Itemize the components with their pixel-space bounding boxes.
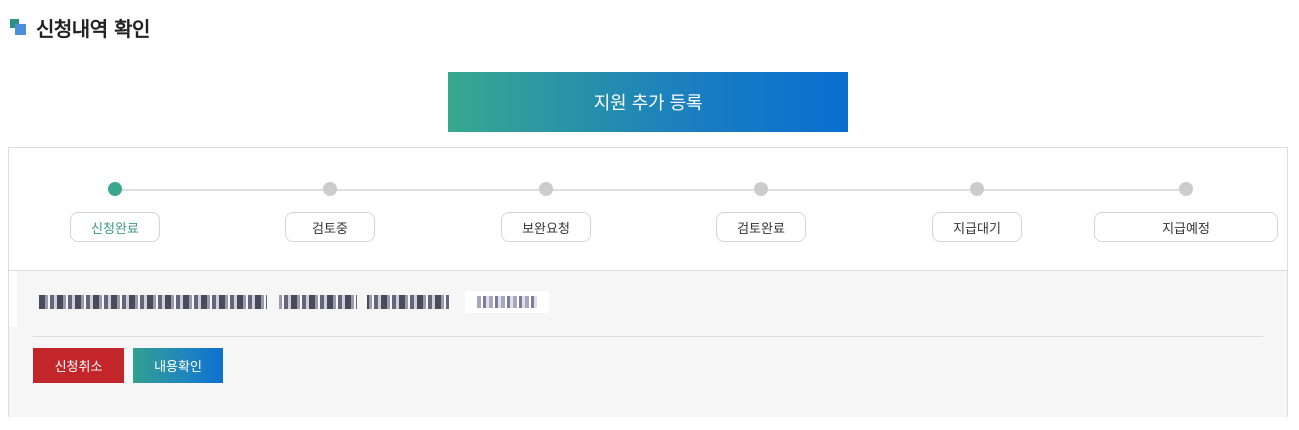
application-status-panel: 신청완료 검토중 보완요청 검토완료 지급대기 지급예정 신청취소 내용확인 — [8, 147, 1288, 417]
square-bullet-icon — [10, 19, 26, 35]
step-label-supplement-request: 보완요청 — [501, 212, 591, 242]
view-details-button[interactable]: 내용확인 — [133, 348, 223, 383]
detail-edge — [9, 271, 17, 327]
redacted-application-info — [39, 295, 449, 309]
step-label-review-complete: 검토완료 — [716, 212, 806, 242]
step-dot-payment-scheduled — [1179, 182, 1193, 196]
detail-divider — [33, 336, 1263, 337]
page-heading: 신청내역 확인 — [10, 12, 150, 42]
redacted-date-badge — [465, 291, 549, 313]
cancel-application-button[interactable]: 신청취소 — [33, 348, 124, 383]
step-dot-reviewing — [323, 182, 337, 196]
step-dot-supplement-request — [539, 182, 553, 196]
step-dot-submitted — [108, 182, 122, 196]
page-title: 신청내역 확인 — [36, 16, 150, 41]
progress-track — [115, 189, 1186, 191]
application-detail: 신청취소 내용확인 — [9, 270, 1287, 417]
step-label-payment-pending: 지급대기 — [932, 212, 1022, 242]
step-dot-payment-pending — [970, 182, 984, 196]
step-label-payment-scheduled: 지급예정 — [1094, 212, 1278, 242]
step-label-reviewing: 검토중 — [285, 212, 375, 242]
step-label-submitted: 신청완료 — [70, 212, 160, 242]
add-support-button[interactable]: 지원 추가 등록 — [448, 72, 848, 132]
step-dot-review-complete — [754, 182, 768, 196]
